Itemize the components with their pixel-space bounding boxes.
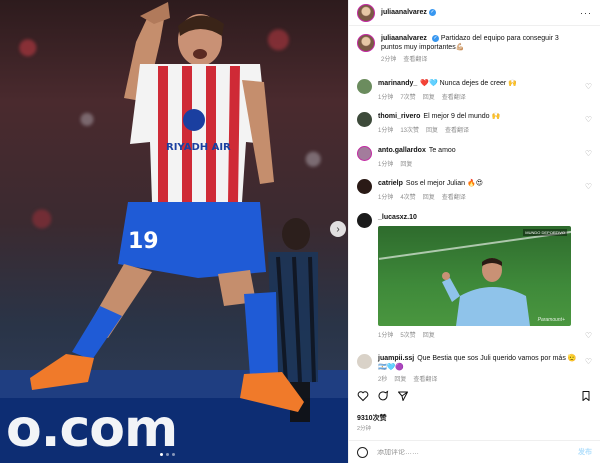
post-time: 2分钟 bbox=[357, 426, 372, 432]
carousel-dot bbox=[172, 453, 175, 456]
reply-link[interactable]: 回复 bbox=[423, 330, 435, 339]
commenter-avatar[interactable] bbox=[357, 112, 372, 127]
post-header: juliaanalvarez ✓ ··· bbox=[349, 0, 600, 26]
commenter-avatar[interactable] bbox=[357, 146, 372, 161]
commenter-avatar[interactable] bbox=[357, 79, 372, 94]
comment-icon[interactable] bbox=[377, 390, 389, 402]
commenter-avatar[interactable] bbox=[357, 179, 372, 194]
comment-likes[interactable]: 5次赞 bbox=[400, 330, 415, 339]
clip-badge: MUNDO DEPORTIVO bbox=[523, 229, 567, 236]
comment-item: thomi_rivero El mejor 9 del mundo 🙌 1分钟 1… bbox=[357, 112, 592, 134]
translate-link[interactable]: 查看翻译 bbox=[445, 125, 469, 134]
chevron-right-icon: › bbox=[336, 223, 340, 235]
comment-username[interactable]: anto.gallardox bbox=[378, 147, 426, 154]
comments-list: juliaanalvarez ✓ Partidazo del equipo par… bbox=[349, 27, 600, 383]
share-icon[interactable] bbox=[397, 390, 409, 402]
clip-watermark: Paramount+ bbox=[537, 317, 565, 323]
author-username[interactable]: juliaanalvarez bbox=[381, 9, 427, 16]
comment-item: anto.gallardox Te amoo 1分钟 回复 ♡ bbox=[357, 146, 592, 168]
reply-link[interactable]: 回复 bbox=[423, 92, 435, 101]
caption-username[interactable]: juliaanalvarez bbox=[381, 35, 427, 42]
comment-username[interactable]: catrielp bbox=[378, 180, 403, 187]
post-side-panel: juliaanalvarez ✓ ··· juliaanalvarez ✓ Par… bbox=[348, 0, 600, 463]
emoji-icon[interactable] bbox=[357, 446, 368, 458]
comment-item: juampii.ssj Que Bestia que sos Juli queri… bbox=[357, 354, 592, 383]
author-avatar[interactable] bbox=[357, 34, 375, 52]
reply-link[interactable]: 回复 bbox=[394, 374, 406, 383]
comment-text: Te amoo bbox=[428, 147, 456, 154]
comment-text: Sos el mejor Julian 🔥😍 bbox=[405, 180, 484, 187]
comment-time: 1分钟 bbox=[378, 162, 394, 168]
bookmark-icon[interactable] bbox=[580, 390, 592, 402]
comment-time: 1分钟 bbox=[378, 333, 394, 339]
like-heart-icon[interactable] bbox=[357, 390, 369, 402]
post-action-bar bbox=[357, 389, 592, 403]
comment-time: 1分钟 bbox=[378, 95, 394, 101]
heart-icon[interactable]: ♡ bbox=[585, 331, 592, 340]
comment-item: catrielp Sos el mejor Julian 🔥😍 1分钟 4次赞 回… bbox=[357, 179, 592, 201]
comment-text: El mejor 9 del mundo 🙌 bbox=[423, 113, 501, 120]
comment-input[interactable] bbox=[377, 448, 578, 456]
heart-icon[interactable]: ♡ bbox=[585, 357, 592, 366]
comment-time: 2秒 bbox=[378, 377, 388, 383]
post-comment-button[interactable]: 发布 bbox=[578, 447, 592, 457]
comment-likes[interactable]: 7次赞 bbox=[400, 92, 415, 101]
comment-text-line2: 🇦🇷🩵🟣 bbox=[378, 364, 405, 371]
comment-likes[interactable]: 4次赞 bbox=[400, 192, 415, 201]
reply-link[interactable]: 回复 bbox=[423, 192, 435, 201]
heart-icon[interactable]: ♡ bbox=[585, 182, 592, 191]
comment-time: 1分钟 bbox=[378, 195, 394, 201]
translate-link[interactable]: 查看翻译 bbox=[413, 374, 437, 383]
more-horizontal-icon[interactable]: ··· bbox=[580, 8, 592, 18]
verified-badge-icon: ✓ bbox=[428, 9, 436, 16]
post-photo[interactable]: o.com RIYADH AIR 19 › bbox=[0, 0, 348, 463]
likes-count[interactable]: 9310次赞 bbox=[357, 413, 387, 423]
clip-player-figure bbox=[442, 258, 530, 326]
comment-username[interactable]: juampii.ssj bbox=[378, 355, 414, 362]
commenter-avatar[interactable] bbox=[357, 354, 372, 369]
comment-text: ❤️🩵 Nunca dejes de creer 🙌 bbox=[420, 80, 517, 87]
commenter-avatar[interactable] bbox=[357, 213, 372, 228]
heart-icon[interactable]: ♡ bbox=[585, 115, 592, 124]
sponsor-text: RIYADH AIR bbox=[166, 142, 231, 153]
comment-username[interactable]: marinandy_ bbox=[378, 80, 417, 87]
comment-likes[interactable]: 13次赞 bbox=[400, 125, 419, 134]
verified-badge-icon: ✓ bbox=[431, 34, 439, 42]
comment-time: 1分钟 bbox=[378, 128, 394, 134]
caption: juliaanalvarez ✓ Partidazo del equipo par… bbox=[357, 34, 592, 63]
heart-icon[interactable]: ♡ bbox=[585, 149, 592, 158]
carousel-dots bbox=[160, 453, 175, 456]
caption-time: 2分钟 bbox=[381, 57, 397, 63]
translate-link[interactable]: 查看翻译 bbox=[442, 192, 466, 201]
author-avatar[interactable] bbox=[357, 3, 375, 22]
reply-link[interactable]: 回复 bbox=[426, 125, 438, 134]
reply-link[interactable]: 回复 bbox=[400, 159, 412, 168]
comment-username[interactable]: _lucasxz.10 bbox=[378, 214, 417, 221]
comment-username[interactable]: thomi_rivero bbox=[378, 113, 420, 120]
translate-link[interactable]: 查看翻译 bbox=[442, 92, 466, 101]
add-comment-bar: 发布 bbox=[349, 440, 600, 463]
jersey-number: 19 bbox=[128, 229, 159, 254]
translate-link[interactable]: 查看翻译 bbox=[403, 54, 427, 63]
carousel-dot bbox=[166, 453, 169, 456]
comment-video-clip[interactable]: MUNDO DEPORTIVO Paramount+ bbox=[378, 226, 571, 326]
player-figure: RIYADH AIR 19 bbox=[28, 2, 328, 422]
comment-item: marinandy_ ❤️🩵 Nunca dejes de creer 🙌 1分钟… bbox=[357, 79, 592, 101]
comment-item: _lucasxz.10 MUNDO DEPORTIVO Paramount+ 1… bbox=[357, 213, 592, 340]
heart-icon[interactable]: ♡ bbox=[585, 82, 592, 91]
carousel-dot bbox=[160, 453, 163, 456]
comment-text: Que Bestia que sos Juli querido vamos po… bbox=[417, 355, 577, 362]
carousel-next-button[interactable]: › bbox=[330, 221, 346, 237]
